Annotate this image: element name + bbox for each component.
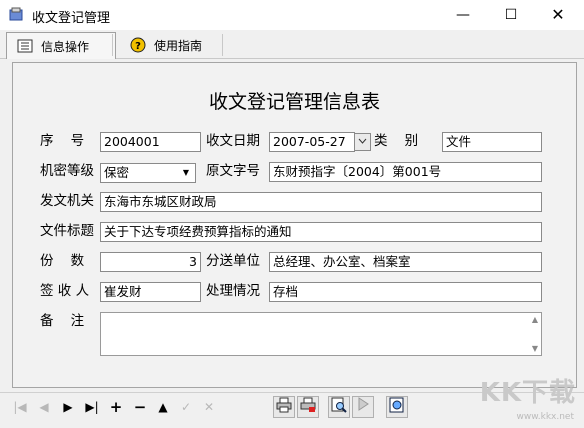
scroll-up-icon[interactable]: ▲	[532, 315, 538, 324]
handling-label: 处理情况	[206, 283, 260, 299]
registration-form: 收文登记管理信息表 序 号 2004001 收文日期 2007-05-27 类 …	[12, 62, 577, 388]
printer-icon	[276, 397, 292, 413]
category-field[interactable]: 文件	[442, 132, 542, 152]
prior-record-button[interactable]: ◀	[34, 397, 54, 417]
preview-button[interactable]	[328, 396, 350, 418]
secrecy-value: 保密	[104, 165, 130, 180]
receive-date-label: 收文日期	[206, 133, 260, 149]
tab-label: 使用指南	[154, 38, 203, 53]
cancel-edit-button[interactable]: ✕	[199, 397, 219, 417]
minimize-button[interactable]: —	[440, 0, 486, 30]
tab-bar: 信息操作 ? 使用指南	[0, 30, 584, 59]
print-button[interactable]	[273, 396, 295, 418]
distribution-field[interactable]: 总经理、办公室、档案室	[269, 252, 542, 272]
tab-user-guide[interactable]: ? 使用指南	[120, 32, 212, 58]
original-no-field[interactable]: 东财预指字〔2004〕第001号	[269, 162, 542, 182]
magnifier-icon	[331, 397, 347, 413]
signer-field[interactable]: 崔发财	[100, 282, 201, 302]
search-document-icon	[389, 397, 404, 413]
signer-label: 签 收 人	[40, 283, 90, 299]
serial-field[interactable]: 2004001	[100, 132, 201, 152]
delete-record-button[interactable]: −	[130, 397, 150, 417]
post-record-button[interactable]: ✓	[176, 397, 196, 417]
insert-record-button[interactable]: +	[106, 397, 126, 417]
first-record-button[interactable]: |◀	[10, 397, 30, 417]
remarks-memo[interactable]: ▲ ▼	[100, 312, 542, 356]
app-icon	[9, 7, 23, 21]
tab-info-operations[interactable]: 信息操作	[6, 32, 116, 59]
chevron-down-icon	[358, 138, 367, 144]
tab-separator	[112, 34, 113, 56]
title-bar: 收文登记管理 — ☐ ✕	[0, 0, 584, 30]
doc-title-field[interactable]: 关于下达专项经费预算指标的通知	[100, 222, 542, 242]
serial-label: 序 号	[40, 133, 85, 149]
form-title: 收文登记管理信息表	[208, 91, 380, 113]
play-icon	[358, 397, 369, 411]
secrecy-label: 机密等级	[40, 163, 94, 179]
doc-title-label: 文件标题	[40, 223, 94, 239]
watermark-url: www.kkx.net	[516, 412, 575, 422]
date-picker-button[interactable]	[354, 133, 371, 151]
copies-label: 份 数	[40, 253, 85, 269]
tab-separator	[222, 34, 223, 56]
distribution-label: 分送单位	[206, 253, 260, 269]
remarks-label: 备 注	[40, 313, 85, 329]
window-title: 收文登记管理	[32, 11, 111, 26]
close-button[interactable]: ✕	[535, 0, 581, 30]
watermark-brand: KK下载	[479, 378, 576, 408]
next-record-button[interactable]: ▶	[58, 397, 78, 417]
tab-label: 信息操作	[41, 39, 90, 54]
maximize-button[interactable]: ☐	[488, 0, 534, 30]
printer-red-icon	[300, 397, 316, 412]
secrecy-select[interactable]: 保密 ▼	[100, 163, 196, 183]
dropdown-arrow-icon: ▼	[182, 168, 189, 177]
print-report-button[interactable]	[297, 396, 319, 418]
copies-field[interactable]: 3	[100, 252, 201, 272]
help-icon: ?	[130, 37, 146, 53]
issuer-field[interactable]: 东海市东城区财政局	[100, 192, 542, 212]
last-record-button[interactable]: ▶|	[82, 397, 102, 417]
scroll-down-icon[interactable]: ▼	[532, 344, 538, 353]
edit-record-button[interactable]: ▲	[153, 397, 173, 417]
svg-text:?: ?	[135, 41, 141, 52]
receive-date-field[interactable]: 2007-05-27	[269, 132, 355, 152]
play-button[interactable]	[352, 396, 374, 418]
original-no-label: 原文字号	[206, 163, 260, 179]
handling-field[interactable]: 存档	[269, 282, 542, 302]
issuer-label: 发文机关	[40, 193, 94, 209]
list-icon	[17, 39, 33, 53]
category-label: 类 别	[374, 133, 419, 149]
search-button[interactable]	[386, 396, 408, 418]
